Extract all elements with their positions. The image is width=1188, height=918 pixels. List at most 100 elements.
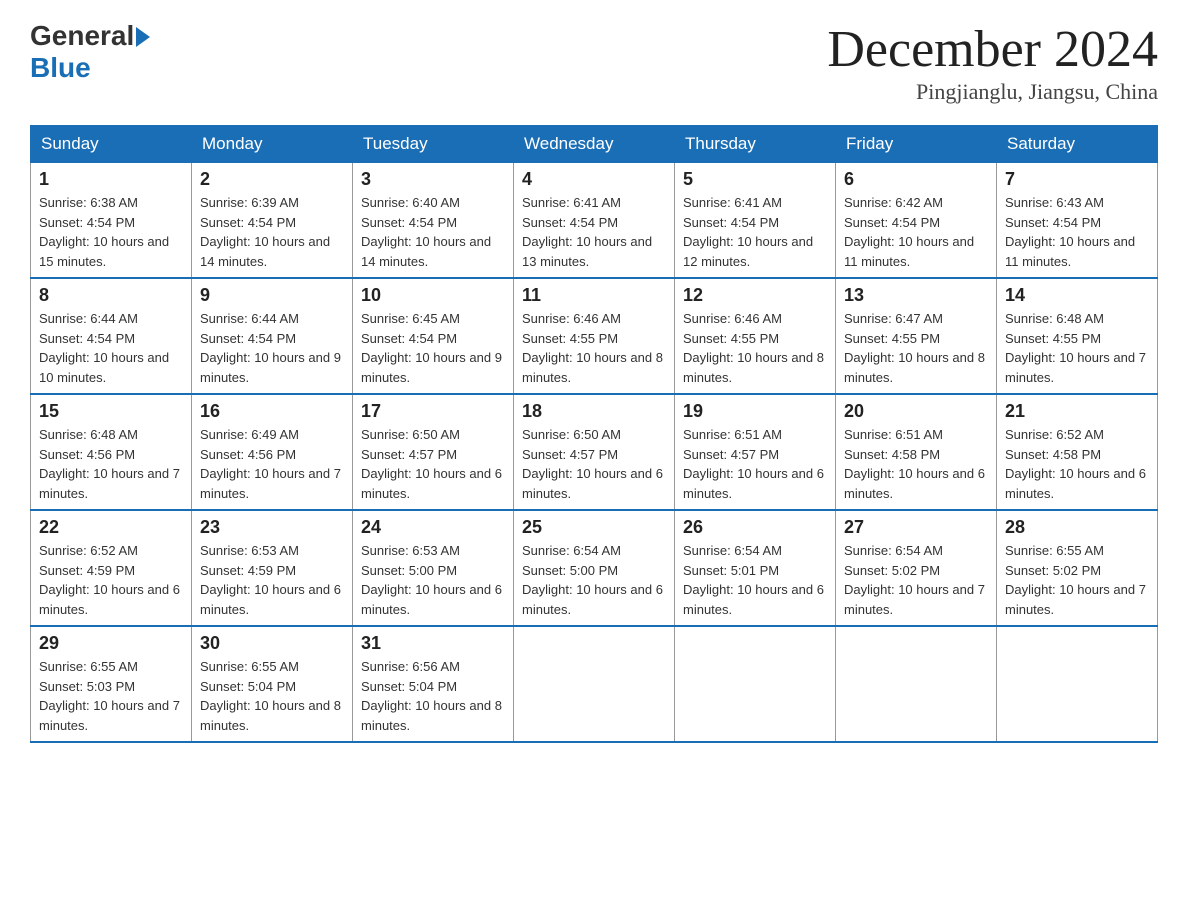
day-info: Sunrise: 6:39 AMSunset: 4:54 PMDaylight:… — [200, 193, 344, 271]
calendar-cell — [997, 626, 1158, 742]
calendar-cell: 19 Sunrise: 6:51 AMSunset: 4:57 PMDaylig… — [675, 394, 836, 510]
day-number: 18 — [522, 401, 666, 422]
day-number: 8 — [39, 285, 183, 306]
calendar-cell: 27 Sunrise: 6:54 AMSunset: 5:02 PMDaylig… — [836, 510, 997, 626]
logo-blue-text: Blue — [30, 52, 91, 84]
day-info: Sunrise: 6:51 AMSunset: 4:57 PMDaylight:… — [683, 425, 827, 503]
calendar-cell: 6 Sunrise: 6:42 AMSunset: 4:54 PMDayligh… — [836, 163, 997, 279]
calendar-cell: 4 Sunrise: 6:41 AMSunset: 4:54 PMDayligh… — [514, 163, 675, 279]
day-info: Sunrise: 6:51 AMSunset: 4:58 PMDaylight:… — [844, 425, 988, 503]
day-info: Sunrise: 6:44 AMSunset: 4:54 PMDaylight:… — [200, 309, 344, 387]
calendar-cell: 29 Sunrise: 6:55 AMSunset: 5:03 PMDaylig… — [31, 626, 192, 742]
header-friday: Friday — [836, 126, 997, 163]
day-number: 2 — [200, 169, 344, 190]
day-info: Sunrise: 6:55 AMSunset: 5:04 PMDaylight:… — [200, 657, 344, 735]
day-number: 6 — [844, 169, 988, 190]
day-info: Sunrise: 6:46 AMSunset: 4:55 PMDaylight:… — [683, 309, 827, 387]
calendar-cell: 28 Sunrise: 6:55 AMSunset: 5:02 PMDaylig… — [997, 510, 1158, 626]
calendar-cell: 22 Sunrise: 6:52 AMSunset: 4:59 PMDaylig… — [31, 510, 192, 626]
day-info: Sunrise: 6:41 AMSunset: 4:54 PMDaylight:… — [683, 193, 827, 271]
day-info: Sunrise: 6:48 AMSunset: 4:55 PMDaylight:… — [1005, 309, 1149, 387]
day-info: Sunrise: 6:54 AMSunset: 5:01 PMDaylight:… — [683, 541, 827, 619]
day-info: Sunrise: 6:40 AMSunset: 4:54 PMDaylight:… — [361, 193, 505, 271]
logo-general-text: General — [30, 20, 134, 52]
day-info: Sunrise: 6:50 AMSunset: 4:57 PMDaylight:… — [361, 425, 505, 503]
day-number: 28 — [1005, 517, 1149, 538]
calendar-cell: 26 Sunrise: 6:54 AMSunset: 5:01 PMDaylig… — [675, 510, 836, 626]
calendar-cell: 1 Sunrise: 6:38 AMSunset: 4:54 PMDayligh… — [31, 163, 192, 279]
day-number: 12 — [683, 285, 827, 306]
day-number: 4 — [522, 169, 666, 190]
day-info: Sunrise: 6:55 AMSunset: 5:02 PMDaylight:… — [1005, 541, 1149, 619]
day-number: 25 — [522, 517, 666, 538]
day-info: Sunrise: 6:46 AMSunset: 4:55 PMDaylight:… — [522, 309, 666, 387]
header-wednesday: Wednesday — [514, 126, 675, 163]
calendar-cell: 25 Sunrise: 6:54 AMSunset: 5:00 PMDaylig… — [514, 510, 675, 626]
calendar-cell: 24 Sunrise: 6:53 AMSunset: 5:00 PMDaylig… — [353, 510, 514, 626]
day-info: Sunrise: 6:45 AMSunset: 4:54 PMDaylight:… — [361, 309, 505, 387]
calendar-cell: 14 Sunrise: 6:48 AMSunset: 4:55 PMDaylig… — [997, 278, 1158, 394]
day-info: Sunrise: 6:54 AMSunset: 5:02 PMDaylight:… — [844, 541, 988, 619]
day-number: 31 — [361, 633, 505, 654]
calendar-header-row: SundayMondayTuesdayWednesdayThursdayFrid… — [31, 126, 1158, 163]
calendar-week-3: 15 Sunrise: 6:48 AMSunset: 4:56 PMDaylig… — [31, 394, 1158, 510]
day-number: 21 — [1005, 401, 1149, 422]
day-number: 26 — [683, 517, 827, 538]
calendar-cell: 9 Sunrise: 6:44 AMSunset: 4:54 PMDayligh… — [192, 278, 353, 394]
day-number: 1 — [39, 169, 183, 190]
header-sunday: Sunday — [31, 126, 192, 163]
month-title: December 2024 — [827, 20, 1158, 79]
day-info: Sunrise: 6:41 AMSunset: 4:54 PMDaylight:… — [522, 193, 666, 271]
day-info: Sunrise: 6:54 AMSunset: 5:00 PMDaylight:… — [522, 541, 666, 619]
day-info: Sunrise: 6:56 AMSunset: 5:04 PMDaylight:… — [361, 657, 505, 735]
calendar-cell: 16 Sunrise: 6:49 AMSunset: 4:56 PMDaylig… — [192, 394, 353, 510]
calendar-cell: 11 Sunrise: 6:46 AMSunset: 4:55 PMDaylig… — [514, 278, 675, 394]
day-number: 11 — [522, 285, 666, 306]
day-number: 14 — [1005, 285, 1149, 306]
day-number: 13 — [844, 285, 988, 306]
day-info: Sunrise: 6:47 AMSunset: 4:55 PMDaylight:… — [844, 309, 988, 387]
calendar-cell: 3 Sunrise: 6:40 AMSunset: 4:54 PMDayligh… — [353, 163, 514, 279]
day-info: Sunrise: 6:44 AMSunset: 4:54 PMDaylight:… — [39, 309, 183, 387]
calendar-cell: 2 Sunrise: 6:39 AMSunset: 4:54 PMDayligh… — [192, 163, 353, 279]
day-number: 30 — [200, 633, 344, 654]
day-number: 24 — [361, 517, 505, 538]
day-info: Sunrise: 6:49 AMSunset: 4:56 PMDaylight:… — [200, 425, 344, 503]
day-info: Sunrise: 6:55 AMSunset: 5:03 PMDaylight:… — [39, 657, 183, 735]
calendar-cell: 31 Sunrise: 6:56 AMSunset: 5:04 PMDaylig… — [353, 626, 514, 742]
calendar-cell — [675, 626, 836, 742]
day-number: 5 — [683, 169, 827, 190]
day-number: 20 — [844, 401, 988, 422]
header-saturday: Saturday — [997, 126, 1158, 163]
day-number: 27 — [844, 517, 988, 538]
day-info: Sunrise: 6:38 AMSunset: 4:54 PMDaylight:… — [39, 193, 183, 271]
calendar-cell — [836, 626, 997, 742]
location-text: Pingjianglu, Jiangsu, China — [827, 79, 1158, 105]
calendar-cell: 8 Sunrise: 6:44 AMSunset: 4:54 PMDayligh… — [31, 278, 192, 394]
calendar-cell: 5 Sunrise: 6:41 AMSunset: 4:54 PMDayligh… — [675, 163, 836, 279]
day-number: 10 — [361, 285, 505, 306]
calendar-cell: 30 Sunrise: 6:55 AMSunset: 5:04 PMDaylig… — [192, 626, 353, 742]
day-number: 19 — [683, 401, 827, 422]
day-info: Sunrise: 6:42 AMSunset: 4:54 PMDaylight:… — [844, 193, 988, 271]
calendar-cell: 12 Sunrise: 6:46 AMSunset: 4:55 PMDaylig… — [675, 278, 836, 394]
day-number: 3 — [361, 169, 505, 190]
calendar-cell — [514, 626, 675, 742]
calendar-cell: 20 Sunrise: 6:51 AMSunset: 4:58 PMDaylig… — [836, 394, 997, 510]
calendar-cell: 23 Sunrise: 6:53 AMSunset: 4:59 PMDaylig… — [192, 510, 353, 626]
day-number: 16 — [200, 401, 344, 422]
page-header: General Blue December 2024 Pingjianglu, … — [30, 20, 1158, 105]
calendar-cell: 18 Sunrise: 6:50 AMSunset: 4:57 PMDaylig… — [514, 394, 675, 510]
header-tuesday: Tuesday — [353, 126, 514, 163]
logo: General Blue — [30, 20, 150, 84]
day-info: Sunrise: 6:50 AMSunset: 4:57 PMDaylight:… — [522, 425, 666, 503]
calendar-cell: 13 Sunrise: 6:47 AMSunset: 4:55 PMDaylig… — [836, 278, 997, 394]
header-monday: Monday — [192, 126, 353, 163]
day-info: Sunrise: 6:43 AMSunset: 4:54 PMDaylight:… — [1005, 193, 1149, 271]
header-thursday: Thursday — [675, 126, 836, 163]
day-number: 9 — [200, 285, 344, 306]
day-info: Sunrise: 6:52 AMSunset: 4:59 PMDaylight:… — [39, 541, 183, 619]
day-info: Sunrise: 6:53 AMSunset: 5:00 PMDaylight:… — [361, 541, 505, 619]
day-info: Sunrise: 6:53 AMSunset: 4:59 PMDaylight:… — [200, 541, 344, 619]
calendar-week-2: 8 Sunrise: 6:44 AMSunset: 4:54 PMDayligh… — [31, 278, 1158, 394]
